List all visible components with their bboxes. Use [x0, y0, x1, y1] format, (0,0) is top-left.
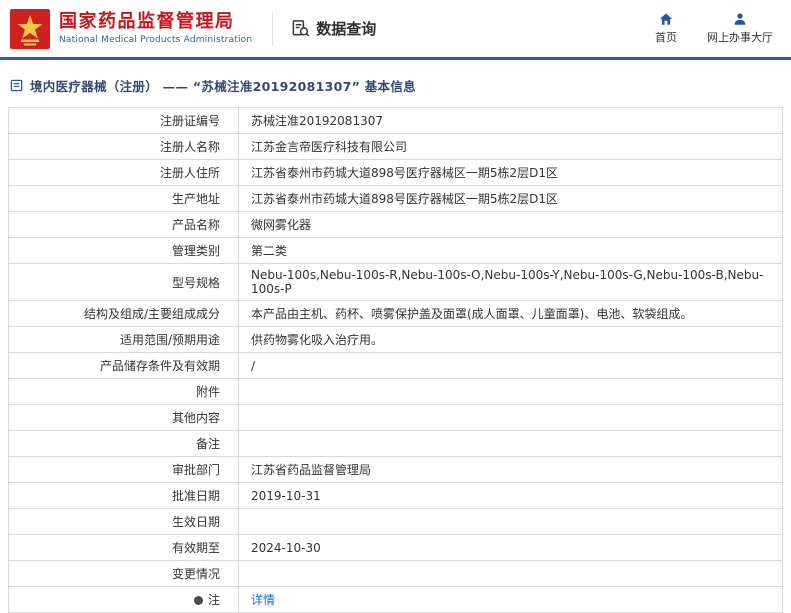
field-label: 变更情况 — [8, 560, 239, 587]
field-value: 本产品由主机、药杯、喷雾保护盖及面罩(成人面罩、儿童面罩)、电池、软袋组成。 — [238, 300, 783, 327]
site-header: 国家药品监督管理局 National Medical Products Admi… — [0, 0, 791, 57]
nav-home-label: 首页 — [655, 31, 677, 44]
home-icon — [659, 12, 673, 26]
field-label: 管理类别 — [8, 237, 239, 264]
header-divider — [272, 11, 274, 46]
table-row: 生产地址 江苏省泰州市药城大道898号医疗器械区一期5栋2层D1区 — [8, 185, 783, 212]
breadcrumb-text: 境内医疗器械（注册） —— “苏械注准20192081307” 基本信息 — [30, 79, 416, 94]
user-icon — [733, 12, 747, 26]
field-label: 生效日期 — [8, 508, 239, 535]
field-value: 江苏金言帝医疗科技有限公司 — [238, 133, 783, 160]
table-row: 其他内容 — [8, 404, 783, 431]
field-label-note: 注 — [8, 586, 239, 613]
module-title-group: 数据查询 — [291, 18, 376, 39]
field-value — [238, 560, 783, 587]
module-title: 数据查询 — [316, 20, 377, 38]
national-emblem-icon — [10, 8, 50, 49]
agency-name-cn: 国家药品监督管理局 — [59, 10, 235, 32]
field-value: 详情 — [238, 586, 783, 613]
nav-home[interactable]: 首页 — [655, 12, 677, 45]
table-row: 产品储存条件及有效期 / — [8, 352, 783, 379]
document-icon — [10, 79, 23, 92]
field-label: 注册证编号 — [8, 107, 239, 134]
nav-service-hall-label: 网上办事大厅 — [707, 31, 773, 44]
field-value: 江苏省泰州市药城大道898号医疗器械区一期5栋2层D1区 — [238, 159, 783, 186]
table-row: 注册人住所 江苏省泰州市药城大道898号医疗器械区一期5栋2层D1区 — [8, 159, 783, 186]
field-value: 江苏省泰州市药城大道898号医疗器械区一期5栋2层D1区 — [238, 185, 783, 212]
field-label: 适用范围/预期用途 — [8, 326, 239, 353]
field-value: 苏械注准20192081307 — [238, 107, 783, 134]
table-row: 结构及组成/主要组成成分 本产品由主机、药杯、喷雾保护盖及面罩(成人面罩、儿童面… — [8, 300, 783, 327]
agency-brand: 国家药品监督管理局 National Medical Products Admi… — [10, 8, 253, 49]
table-row: 注册证编号 苏械注准20192081307 — [8, 107, 783, 134]
field-label: 有效期至 — [8, 534, 239, 561]
agency-titles: 国家药品监督管理局 National Medical Products Admi… — [59, 10, 253, 46]
field-value: / — [238, 352, 783, 379]
field-label: 产品名称 — [8, 211, 239, 238]
field-label: 备注 — [8, 430, 239, 457]
table-row: 批准日期 2019-10-31 — [8, 482, 783, 509]
table-row: 生效日期 — [8, 508, 783, 535]
field-label: 结构及组成/主要组成成分 — [8, 300, 239, 327]
table-row: 有效期至 2024-10-30 — [8, 534, 783, 561]
note-icon — [193, 596, 203, 605]
field-label: 生产地址 — [8, 185, 239, 212]
registration-detail-table: 注册证编号 苏械注准20192081307 注册人名称 江苏金言帝医疗科技有限公… — [8, 107, 783, 613]
table-row: 型号规格 Nebu-100s,Nebu-100s-R,Nebu-100s-O,N… — [8, 263, 783, 301]
field-label: 型号规格 — [8, 263, 239, 301]
field-label: 其他内容 — [8, 404, 239, 431]
field-label: 注册人名称 — [8, 133, 239, 160]
table-row: 注册人名称 江苏金言帝医疗科技有限公司 — [8, 133, 783, 160]
nav-service-hall[interactable]: 网上办事大厅 — [707, 12, 773, 45]
table-row: 审批部门 江苏省药品监督管理局 — [8, 456, 783, 483]
table-row: 产品名称 微网雾化器 — [8, 211, 783, 238]
table-row: 变更情况 — [8, 560, 783, 587]
field-label: 注册人住所 — [8, 159, 239, 186]
agency-name-en: National Medical Products Administration — [59, 35, 253, 46]
field-label: 注 — [207, 593, 220, 607]
field-label: 批准日期 — [8, 482, 239, 509]
field-value — [238, 430, 783, 457]
field-label: 产品储存条件及有效期 — [8, 352, 239, 379]
field-value: Nebu-100s,Nebu-100s-R,Nebu-100s-O,Nebu-1… — [238, 263, 783, 301]
field-value — [238, 508, 783, 535]
field-value: 2019-10-31 — [238, 482, 783, 509]
table-row: 附件 — [8, 378, 783, 405]
field-label: 附件 — [8, 378, 239, 405]
header-nav: 首页 网上办事大厅 — [655, 12, 777, 45]
data-query-icon — [291, 19, 310, 38]
field-value — [238, 378, 783, 405]
table-row: 备注 — [8, 430, 783, 457]
field-label: 审批部门 — [8, 456, 239, 483]
field-value: 微网雾化器 — [238, 211, 783, 238]
breadcrumb: 境内医疗器械（注册） —— “苏械注准20192081307” 基本信息 — [0, 60, 791, 107]
table-row: 适用范围/预期用途 供药物雾化吸入治疗用。 — [8, 326, 783, 353]
field-value: 第二类 — [238, 237, 783, 264]
field-value: 2024-10-30 — [238, 534, 783, 561]
detail-link[interactable]: 详情 — [251, 593, 275, 607]
table-row: 注 详情 — [8, 586, 783, 613]
table-row: 管理类别 第二类 — [8, 237, 783, 264]
field-value — [238, 404, 783, 431]
field-value: 供药物雾化吸入治疗用。 — [238, 326, 783, 353]
field-value: 江苏省药品监督管理局 — [238, 456, 783, 483]
